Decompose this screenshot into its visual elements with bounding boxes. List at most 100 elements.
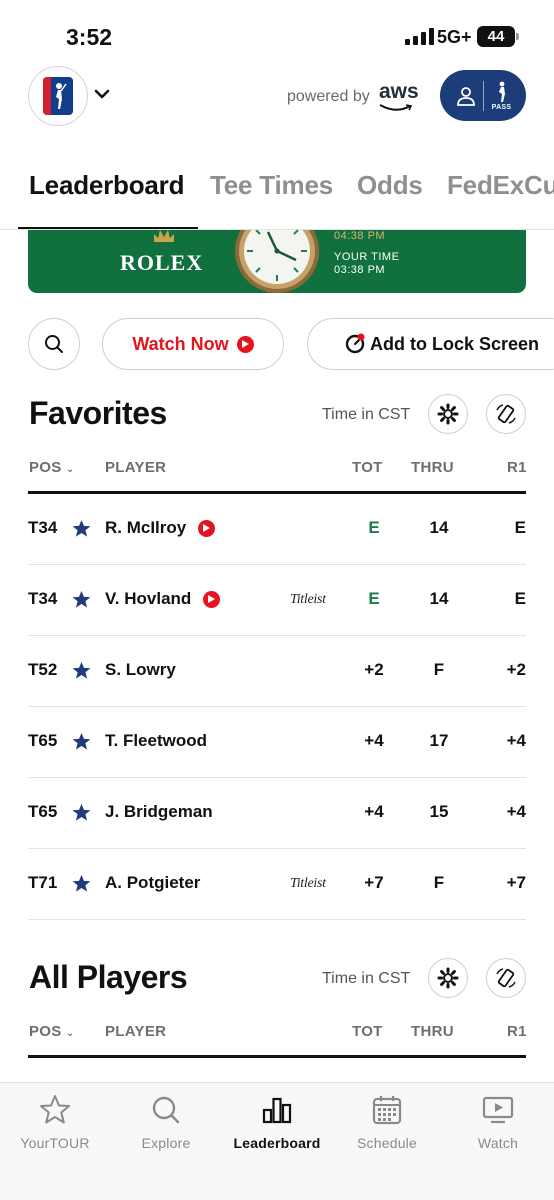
row-player: R. McIlroy — [105, 518, 216, 538]
favorite-star-icon[interactable] — [72, 803, 91, 822]
tour-pass-button[interactable]: PASS — [440, 70, 526, 121]
watch-face-icon — [235, 230, 319, 293]
nav-explore[interactable]: Explore — [111, 1093, 221, 1151]
tab-tee-times[interactable]: Tee Times — [210, 170, 333, 201]
row-thru: F — [433, 660, 445, 679]
row-tot: E — [368, 518, 380, 537]
favorite-star-icon[interactable] — [72, 874, 91, 893]
row-tot: +7 — [364, 873, 384, 892]
player-name: T. Fleetwood — [105, 731, 207, 750]
rolex-banner[interactable]: ROLEX 04:38 PM YOUR TIME 03:38 PM — [28, 230, 526, 293]
row-player: V. Hovland — [105, 589, 221, 609]
nav-schedule[interactable]: Schedule — [332, 1093, 442, 1151]
nav-label: Explore — [141, 1135, 191, 1151]
play-icon — [236, 335, 254, 353]
row-pos: T65 — [28, 802, 58, 821]
add-to-lock-screen-button[interactable]: Add to Lock Screen — [307, 318, 554, 370]
row-r1: E — [514, 589, 526, 608]
rolex-brand: ROLEX — [120, 250, 204, 275]
tab-leaderboard[interactable]: Leaderboard — [29, 170, 184, 201]
local-time: 04:38 PM — [334, 230, 386, 242]
calendar-icon — [372, 1096, 402, 1125]
user-icon — [456, 86, 475, 106]
all-players-title: All Players — [29, 959, 188, 995]
favorites-rotate-button[interactable] — [486, 394, 526, 434]
favorite-star-icon[interactable] — [72, 519, 91, 538]
live-play-icon[interactable] — [198, 519, 216, 537]
favorites-settings-button[interactable] — [428, 394, 468, 434]
status-time: 3:52 — [66, 24, 113, 50]
section-tabs: Leaderboard Tee Times Odds FedExCup — [0, 166, 554, 230]
table-row[interactable]: T71 A. Potgieter Titleist +7 F +7 — [28, 849, 526, 920]
favorite-star-icon[interactable] — [72, 661, 91, 680]
row-player: A. Potgieter — [105, 873, 200, 893]
col-pos-header[interactable]: POS ⌄ — [29, 459, 75, 476]
row-thru: F — [433, 873, 445, 892]
table-row[interactable]: T52 S. Lowry +2 F +2 — [28, 636, 526, 707]
table-row[interactable]: T65 T. Fleetwood +4 17 +4 — [28, 707, 526, 778]
nav-yourtour[interactable]: YourTOUR — [0, 1093, 110, 1151]
nav-watch[interactable]: Watch — [443, 1093, 553, 1151]
pass-divider — [482, 80, 484, 111]
network-label: 5G+ — [437, 27, 472, 47]
col-player-header: PLAYER — [105, 1023, 167, 1040]
col-pos-label: POS — [29, 459, 62, 476]
row-pos: T52 — [28, 660, 58, 679]
row-r1: +4 — [506, 731, 526, 750]
status-bar: 3:52 5G+ 44 — [0, 0, 554, 64]
row-r1: E — [514, 518, 526, 537]
header-rule — [28, 1055, 526, 1058]
favorites-time-label: Time in CST — [322, 406, 411, 423]
play-screen-icon — [482, 1096, 514, 1124]
row-pos: T71 — [28, 873, 58, 892]
tab-fedexcup[interactable]: FedExCup — [447, 170, 554, 201]
tour-switcher-button[interactable] — [28, 66, 88, 126]
nav-label: YourTOUR — [20, 1135, 90, 1151]
row-player: T. Fleetwood — [105, 731, 207, 751]
all-players-settings-button[interactable] — [428, 958, 468, 998]
search-button[interactable] — [28, 318, 80, 370]
row-player: J. Bridgeman — [105, 802, 213, 822]
col-r1-header: R1 — [507, 1023, 527, 1040]
row-tot: +2 — [364, 660, 384, 679]
sponsor-logo: Titleist — [290, 592, 326, 607]
row-thru: 14 — [429, 518, 449, 537]
table-row[interactable]: T34 V. Hovland Titleist E 14 E — [28, 565, 526, 636]
nav-label: Leaderboard — [233, 1135, 321, 1151]
col-tot-header: TOT — [352, 1023, 383, 1040]
chevron-down-icon: ⌄ — [66, 1028, 75, 1039]
powered-by-label: powered by — [287, 88, 370, 105]
pass-tour-mark: PASS — [492, 81, 512, 111]
nav-label: Watch — [477, 1135, 519, 1151]
player-name: A. Potgieter — [105, 873, 201, 892]
favorite-star-icon[interactable] — [72, 590, 91, 609]
favorites-title: Favorites — [29, 395, 167, 431]
nav-leaderboard[interactable]: Leaderboard — [222, 1093, 332, 1151]
player-name: S. Lowry — [105, 660, 176, 679]
live-activity-icon — [345, 333, 365, 354]
col-pos-header[interactable]: POS ⌄ — [29, 1023, 75, 1040]
table-row[interactable]: T65 J. Bridgeman +4 15 +4 — [28, 778, 526, 849]
search-icon — [152, 1096, 180, 1124]
bar-chart-icon — [262, 1097, 292, 1124]
all-players-rotate-button[interactable] — [486, 958, 526, 998]
player-name: V. Hovland — [105, 589, 192, 608]
table-row[interactable]: T34 R. McIlroy E 14 E — [28, 494, 526, 565]
all-players-time-label: Time in CST — [322, 970, 411, 987]
star-icon — [40, 1095, 70, 1124]
your-time-label: YOUR TIME — [334, 251, 400, 263]
tab-odds[interactable]: Odds — [357, 170, 423, 201]
chevron-down-icon[interactable] — [94, 86, 110, 102]
row-tot: +4 — [364, 802, 384, 821]
col-tot-header: TOT — [352, 459, 383, 476]
golfer-icon — [498, 81, 505, 102]
row-r1: +2 — [506, 660, 526, 679]
row-thru: 14 — [429, 589, 449, 608]
row-pos: T34 — [28, 589, 58, 608]
gear-icon — [437, 403, 459, 425]
your-time: 03:38 PM — [334, 264, 386, 276]
col-pos-label: POS — [29, 1023, 62, 1040]
live-play-icon[interactable] — [203, 590, 221, 608]
watch-now-button[interactable]: Watch Now — [102, 318, 284, 370]
favorite-star-icon[interactable] — [72, 732, 91, 751]
